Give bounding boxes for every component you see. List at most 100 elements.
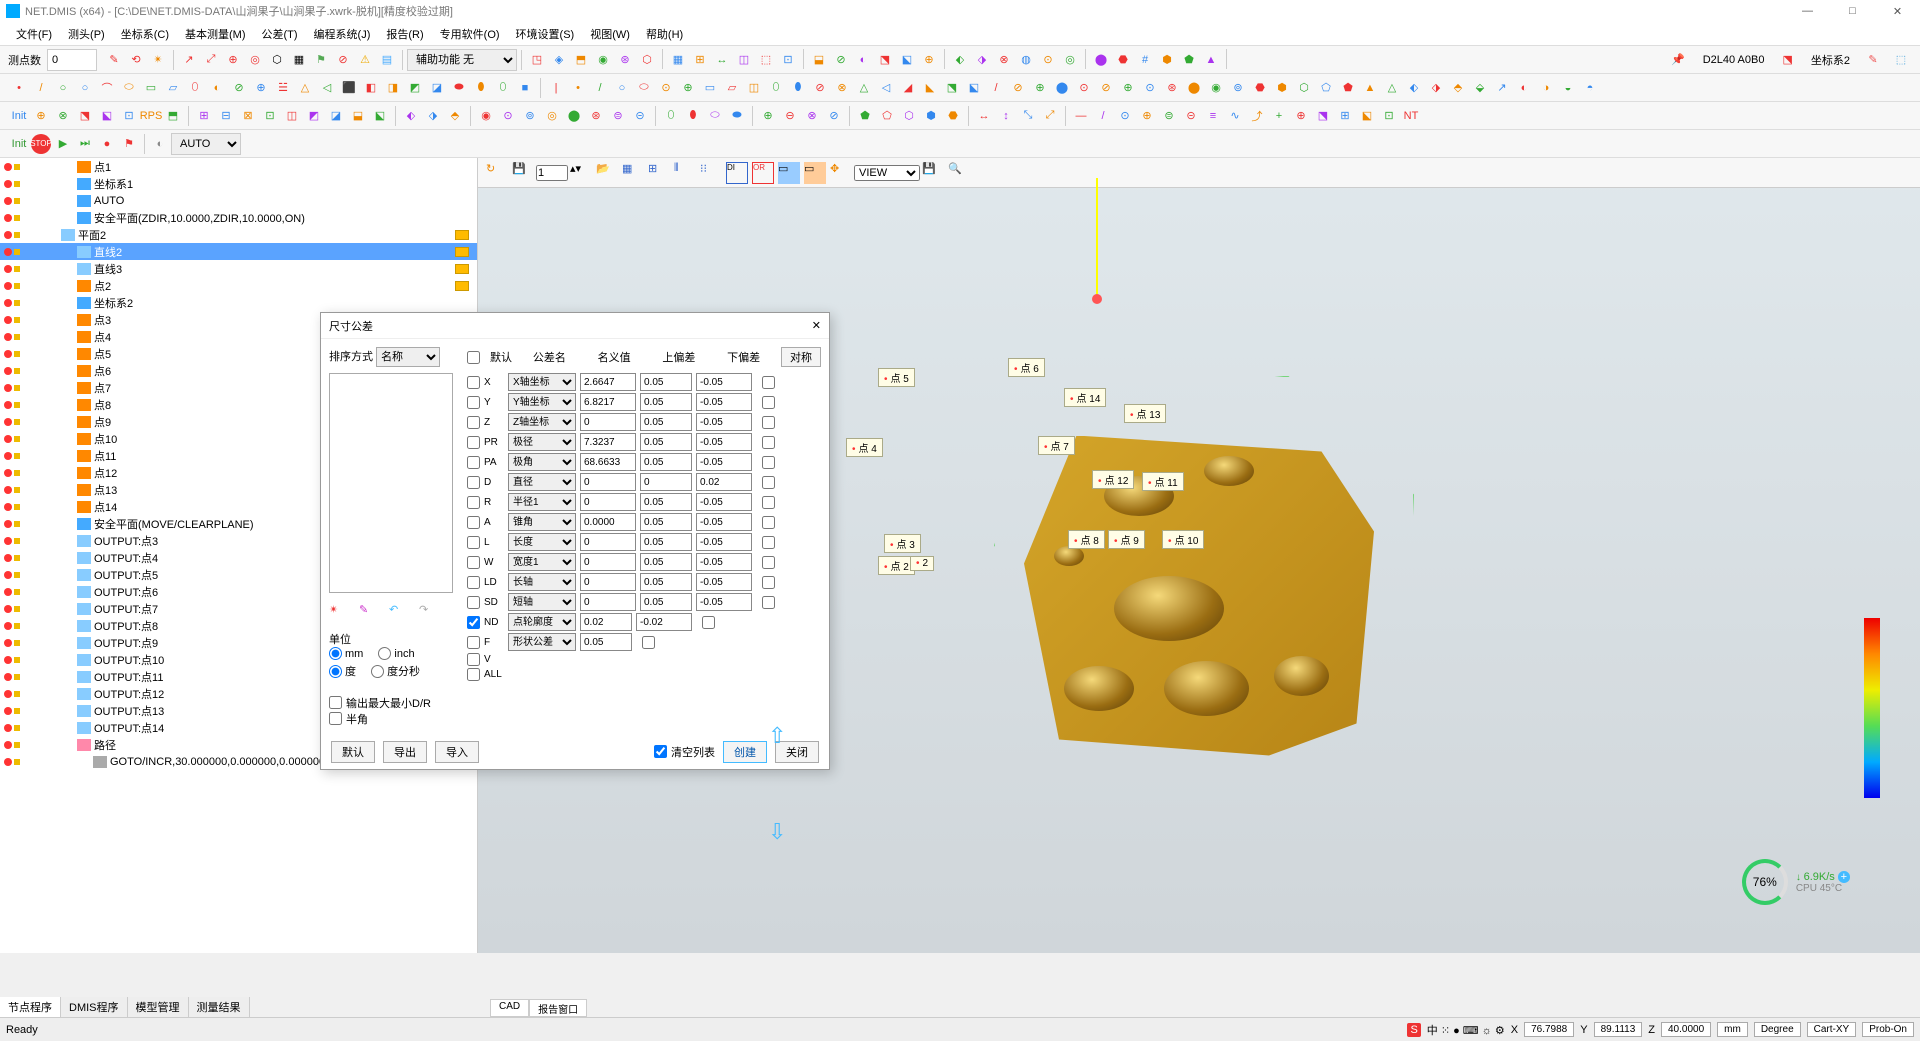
tool-btn[interactable]: ⬕ xyxy=(97,106,117,126)
tool-b8[interactable]: ⊘ xyxy=(333,50,353,70)
tool-btn[interactable]: ⊞ xyxy=(690,50,710,70)
tool-btn[interactable]: ⬠ xyxy=(877,106,897,126)
row-type[interactable]: 宽度1 xyxy=(508,553,576,571)
tool-btn[interactable]: ⊜ xyxy=(1159,106,1179,126)
row-upper[interactable] xyxy=(640,533,692,551)
tool-btn[interactable]: Init xyxy=(9,106,29,126)
minimize-button[interactable]: — xyxy=(1785,0,1830,22)
row-upper[interactable] xyxy=(640,433,692,451)
shape-btn[interactable]: ◣ xyxy=(920,78,940,98)
tool-btn[interactable]: ◩ xyxy=(304,106,324,126)
tool-btn[interactable]: ⬯ xyxy=(661,106,681,126)
menu-item[interactable]: 视图(W) xyxy=(582,26,638,42)
tool-btn[interactable]: ◫ xyxy=(282,106,302,126)
row-lower[interactable] xyxy=(696,533,752,551)
shape-btn[interactable]: ☱ xyxy=(273,78,293,98)
row-sym-check[interactable] xyxy=(762,416,775,429)
unit-inch[interactable]: inch xyxy=(378,647,414,660)
shape-btn[interactable]: ◫ xyxy=(744,78,764,98)
point-label[interactable]: 点 5 xyxy=(878,368,915,387)
tool-btn[interactable]: ⊙ xyxy=(1038,50,1058,70)
row-sym-check[interactable] xyxy=(762,516,775,529)
shape-btn[interactable]: ⬗ xyxy=(1426,78,1446,98)
row-sym-check[interactable] xyxy=(762,536,775,549)
tool-btn[interactable]: ⬖ xyxy=(401,106,421,126)
rec-icon[interactable]: ● xyxy=(97,134,117,154)
tool-btn[interactable]: ∿ xyxy=(1225,106,1245,126)
tool-b2[interactable]: ⤢ xyxy=(201,50,221,70)
row-sym-check[interactable] xyxy=(642,636,655,649)
shape-btn[interactable]: ▱ xyxy=(163,78,183,98)
tool-b10[interactable]: ▤ xyxy=(377,50,397,70)
tool-btn[interactable]: ⬤ xyxy=(1091,50,1111,70)
tool-btn[interactable]: ⊕ xyxy=(919,50,939,70)
tool-btn[interactable]: ⬡ xyxy=(899,106,919,126)
tool-btn[interactable]: ⬭ xyxy=(705,106,725,126)
row-nominal[interactable] xyxy=(580,533,636,551)
shape-btn[interactable]: ⬖ xyxy=(1404,78,1424,98)
tool-btn[interactable]: ⬢ xyxy=(921,106,941,126)
tool-btn[interactable]: ◎ xyxy=(542,106,562,126)
tool-b9[interactable]: ⚠ xyxy=(355,50,375,70)
menu-item[interactable]: 公差(T) xyxy=(254,26,306,42)
shape-btn[interactable]: ⬘ xyxy=(1448,78,1468,98)
row-sym-check[interactable] xyxy=(762,436,775,449)
tool-btn[interactable]: ⬕ xyxy=(370,106,390,126)
tool-b4[interactable]: ◎ xyxy=(245,50,265,70)
shape-btn[interactable]: ◁ xyxy=(876,78,896,98)
arrow-up-icon[interactable]: ⇧ xyxy=(768,723,786,749)
tool-btn[interactable]: ⊗ xyxy=(53,106,73,126)
tool-btn[interactable]: ⊛ xyxy=(586,106,606,126)
menu-item[interactable]: 报告(R) xyxy=(378,26,431,42)
unit-dms[interactable]: 度分秒 xyxy=(371,663,420,679)
row-upper[interactable] xyxy=(580,613,632,631)
tool-btn[interactable]: / xyxy=(1093,106,1113,126)
cad-tab[interactable]: 报告窗口 xyxy=(529,999,587,1017)
row-check[interactable] xyxy=(467,416,480,429)
shape-btn[interactable]: ⬢ xyxy=(1272,78,1292,98)
point-label[interactable]: 点 10 xyxy=(1162,530,1204,549)
shape-btn[interactable]: △ xyxy=(1382,78,1402,98)
cad-tab[interactable]: CAD xyxy=(490,999,529,1017)
shape-btn[interactable]: ◒ xyxy=(1558,78,1578,98)
shape-btn[interactable]: ⬬ xyxy=(449,78,469,98)
shape-btn[interactable]: △ xyxy=(854,78,874,98)
tool-btn[interactable]: ⬣ xyxy=(1113,50,1133,70)
tree-row[interactable]: 直线2 xyxy=(0,243,477,260)
row-type[interactable]: 极径 xyxy=(508,433,576,451)
row-upper[interactable] xyxy=(580,633,632,651)
row-lower[interactable] xyxy=(696,493,752,511)
menu-item[interactable]: 坐标系(C) xyxy=(113,26,177,42)
out-maxmin-check[interactable]: 输出最大最小D/R xyxy=(329,695,459,711)
tool-btn[interactable]: — xyxy=(1071,106,1091,126)
tool-btn[interactable]: ⬟ xyxy=(855,106,875,126)
vp-spinner[interactable] xyxy=(536,165,568,181)
half-angle-check[interactable]: 半角 xyxy=(329,711,459,727)
row-check[interactable] xyxy=(467,556,480,569)
tool-btn[interactable]: ⬔ xyxy=(75,106,95,126)
tool-btn[interactable]: ◍ xyxy=(1016,50,1036,70)
feature-listbox[interactable] xyxy=(329,373,453,593)
shape-btn[interactable]: ⊙ xyxy=(656,78,676,98)
menu-item[interactable]: 帮助(H) xyxy=(638,26,691,42)
tool-btn[interactable]: ⬮ xyxy=(683,106,703,126)
tool-b1[interactable]: ↗ xyxy=(179,50,199,70)
shape-btn[interactable]: ⬮ xyxy=(788,78,808,98)
row-sym-check[interactable] xyxy=(762,376,775,389)
tree-row[interactable]: 坐标系1 xyxy=(0,175,477,192)
tool-btn[interactable]: ⬔ xyxy=(875,50,895,70)
row-type[interactable]: Z轴坐标 xyxy=(508,413,576,431)
unit-mm[interactable]: mm xyxy=(329,647,363,660)
row-lower[interactable] xyxy=(636,613,692,631)
shape-btn[interactable]: / xyxy=(590,78,610,98)
shape-btn[interactable]: ⬤ xyxy=(1184,78,1204,98)
shape-btn[interactable]: ⬯ xyxy=(766,78,786,98)
tool-btn[interactable]: ◐ xyxy=(853,50,873,70)
row-type[interactable]: 点轮廓度 xyxy=(508,613,576,631)
tool-btn[interactable]: ⤴ xyxy=(1247,106,1267,126)
shape-btn[interactable]: ⬟ xyxy=(1338,78,1358,98)
shape-btn[interactable]: △ xyxy=(295,78,315,98)
tree-row[interactable]: 平面2 xyxy=(0,226,477,243)
tool-btn[interactable]: ⬖ xyxy=(950,50,970,70)
tool-btn[interactable]: # xyxy=(1135,50,1155,70)
